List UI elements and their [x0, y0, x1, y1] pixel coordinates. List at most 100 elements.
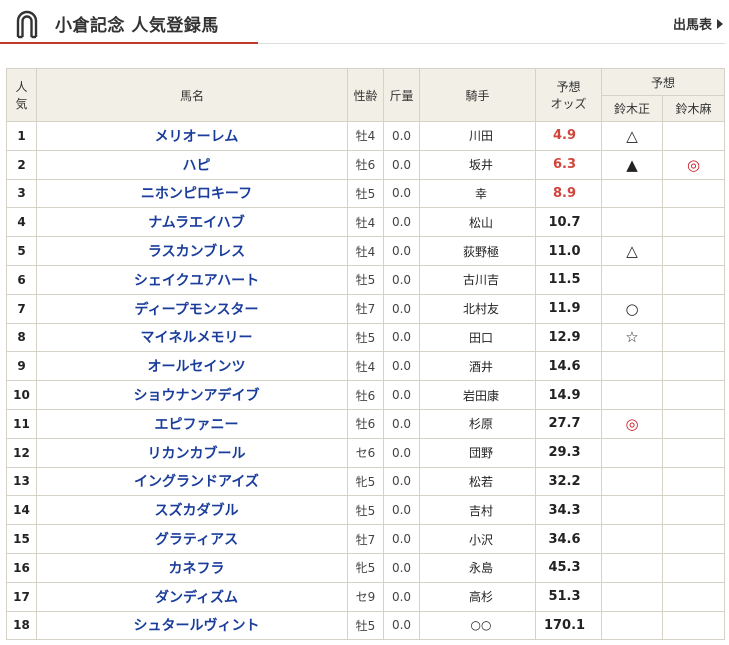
table-row: 13 イングランドアイズ 牝5 0.0 松若 32.2 — [6, 466, 726, 497]
horse-name-cell: イングランドアイズ — [36, 466, 348, 497]
odds-cell: 4.9 — [535, 121, 602, 151]
col-header-odds-line2: オッズ — [550, 97, 587, 111]
prediction-a-cell — [601, 264, 663, 295]
prediction-b-cell — [661, 581, 726, 612]
rank-cell: 15 — [6, 524, 37, 554]
horse-name-link[interactable]: ニホンピロキーフ — [141, 186, 252, 202]
rank-cell: 8 — [6, 322, 37, 353]
table-row: 2 ハピ 牡6 0.0 坂井 6.3 ▲ ◎ — [6, 149, 726, 180]
table-row: 17 ダンディズム セ9 0.0 高杉 51.3 — [6, 581, 726, 612]
horse-name-link[interactable]: リカンカブール — [148, 446, 246, 462]
rank-cell: 12 — [6, 437, 37, 468]
jockey-cell: 田口 — [419, 322, 536, 353]
odds-cell: 10.7 — [535, 207, 602, 238]
horse-name-cell: シュタールヴィント — [36, 610, 348, 641]
entry-list-link[interactable]: 出馬表 — [673, 14, 723, 33]
weight-cell: 0.0 — [383, 293, 420, 324]
sex-age-cell: 牡5 — [347, 264, 384, 295]
rank-cell: 2 — [6, 149, 37, 180]
prediction-a-cell — [601, 495, 663, 526]
table-row: 6 シェイクユアハート 牡5 0.0 古川吉 11.5 — [6, 264, 726, 295]
horse-name-link[interactable]: シェイクユアハート — [134, 273, 259, 289]
col-header-rank-line1: 人 — [15, 80, 28, 94]
col-header-odds: 予想 オッズ — [535, 68, 602, 122]
weight-cell: 0.0 — [383, 149, 420, 180]
odds-cell: 170.1 — [535, 610, 602, 641]
prediction-a-cell — [601, 351, 663, 382]
prediction-a-cell — [601, 581, 663, 612]
horse-name-link[interactable]: イングランドアイズ — [134, 474, 259, 490]
horse-name-link[interactable]: ショウナンアデイブ — [134, 388, 260, 404]
horse-name-link[interactable]: オールセインツ — [148, 359, 246, 375]
jockey-cell: 酒井 — [419, 351, 536, 382]
entry-list-label: 出馬表 — [672, 18, 712, 33]
weight-cell: 0.0 — [383, 236, 420, 266]
rank-cell: 6 — [6, 264, 37, 295]
weight-cell: 0.0 — [383, 437, 420, 468]
table-row: 8 マイネルメモリー 牡5 0.0 田口 12.9 ☆ — [6, 322, 726, 353]
odds-cell: 12.9 — [535, 322, 602, 353]
prediction-b-cell — [661, 121, 726, 151]
prediction-b-cell — [661, 236, 726, 266]
table-row: 1 メリオーレム 牡4 0.0 川田 4.9 △ — [6, 121, 726, 151]
rank-cell: 9 — [6, 351, 37, 382]
table-row: 3 ニホンピロキーフ 牡5 0.0 幸 8.9 — [6, 178, 726, 209]
horse-name-link[interactable]: ナムラエイハブ — [148, 215, 245, 231]
col-header-sexage: 性齢 — [347, 68, 384, 122]
prediction-b-cell — [661, 264, 726, 295]
sex-age-cell: 牡6 — [347, 408, 384, 439]
weight-cell: 0.0 — [383, 581, 420, 612]
horse-name-cell: マイネルメモリー — [36, 322, 348, 353]
prediction-a-cell: ☆ — [601, 322, 663, 353]
prediction-b-cell — [661, 380, 726, 410]
prediction-b-cell — [661, 408, 726, 439]
horse-name-link[interactable]: カネフラ — [169, 561, 225, 577]
rank-cell: 11 — [6, 408, 37, 439]
prediction-a-cell — [601, 466, 663, 497]
page-header: 小倉記念 人気登録馬 出馬表 — [0, 0, 729, 44]
horse-name-link[interactable]: ハピ — [183, 158, 211, 174]
horse-name-link[interactable]: メリオーレム — [155, 129, 239, 145]
horse-name-link[interactable]: シュタールヴィント — [134, 618, 260, 634]
jockey-cell: 北村友 — [419, 293, 536, 324]
sex-age-cell: 牡7 — [347, 293, 384, 324]
prediction-b-cell — [661, 178, 726, 209]
prediction-b-cell: ◎ — [661, 149, 726, 180]
prediction-a-cell: ▲ — [601, 149, 663, 180]
horse-name-link[interactable]: グラティアス — [155, 532, 238, 548]
table-row: 9 オールセインツ 牡4 0.0 酒井 14.6 — [6, 351, 726, 382]
prediction-b-cell — [661, 495, 726, 526]
horse-name-cell: エピファニー — [36, 408, 348, 439]
table-row: 10 ショウナンアデイブ 牡6 0.0 岩田康 14.9 — [6, 380, 726, 410]
horse-name-link[interactable]: ダンディズム — [155, 590, 238, 606]
prediction-b-cell — [661, 466, 726, 497]
horse-name-link[interactable]: エピファニー — [155, 417, 239, 433]
horse-name-link[interactable]: マイネルメモリー — [141, 330, 253, 346]
weight-cell: 0.0 — [383, 178, 420, 209]
prediction-a-cell — [601, 380, 663, 410]
jockey-cell: 高杉 — [419, 581, 536, 612]
sex-age-cell: 牡4 — [347, 207, 384, 238]
col-header-name: 馬名 — [36, 68, 348, 122]
odds-cell: 11.9 — [535, 293, 602, 324]
col-header-weight: 斤量 — [383, 68, 420, 122]
rank-cell: 7 — [6, 293, 37, 324]
horse-name-link[interactable]: ディープモンスター — [135, 302, 259, 318]
sex-age-cell: セ9 — [347, 581, 384, 612]
horse-name-link[interactable]: スズカダブル — [155, 503, 239, 519]
jockey-cell: 吉村 — [419, 495, 536, 526]
weight-cell: 0.0 — [383, 380, 420, 410]
odds-cell: 27.7 — [535, 408, 602, 439]
horse-name-link[interactable]: ラスカンブレス — [148, 244, 245, 260]
weight-cell: 0.0 — [383, 552, 420, 583]
prediction-a-cell — [601, 524, 663, 554]
sex-age-cell: 牝5 — [347, 552, 384, 583]
jockey-cell: 古川吉 — [419, 264, 536, 295]
triangle-right-icon — [717, 19, 723, 29]
sex-age-cell: 牡5 — [347, 178, 384, 209]
title-underline — [0, 42, 258, 44]
horse-name-cell: カネフラ — [36, 552, 348, 583]
horse-name-cell: ラスカンブレス — [36, 236, 348, 266]
odds-cell: 11.5 — [535, 264, 602, 295]
odds-cell: 32.2 — [535, 466, 602, 497]
